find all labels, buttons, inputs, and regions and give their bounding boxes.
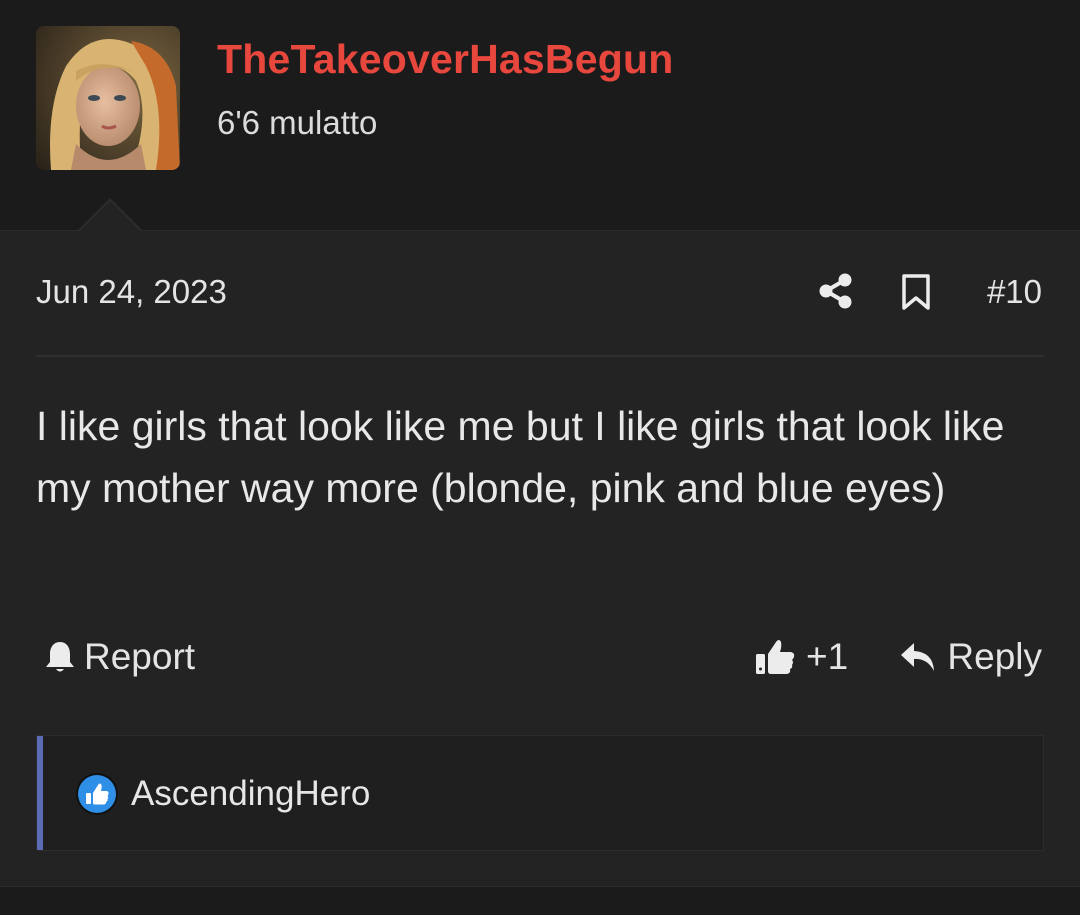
- reply-button[interactable]: Reply: [899, 635, 1042, 679]
- post-bottom-separator: [0, 886, 1080, 915]
- reply-arrow-icon: [901, 643, 935, 671]
- post-number[interactable]: #10: [987, 273, 1042, 311]
- post-body: Jun 24, 2023 #10 I like girls that look …: [0, 230, 1080, 887]
- post-date[interactable]: Jun 24, 2023: [36, 273, 227, 311]
- report-button[interactable]: Report: [44, 635, 195, 679]
- reply-label: Reply: [947, 636, 1042, 677]
- bell-icon: [46, 642, 74, 672]
- post-message: I like girls that look like me but I lik…: [36, 403, 1005, 511]
- like-button[interactable]: +1: [754, 635, 848, 679]
- like-count: +1: [806, 636, 849, 677]
- user-avatar[interactable]: [36, 26, 180, 170]
- reactions-list[interactable]: AscendingHero: [36, 735, 1044, 851]
- report-label: Report: [84, 636, 196, 677]
- reactions-accent-bar: [37, 736, 43, 850]
- reactor-username[interactable]: AscendingHero: [131, 772, 370, 816]
- like-reaction-icon: [76, 773, 118, 815]
- bookmark-icon[interactable]: [898, 273, 934, 311]
- author-username[interactable]: TheTakeoverHasBegun: [217, 36, 673, 83]
- share-icon[interactable]: [816, 271, 856, 311]
- author-user-title: 6'6 mulatto: [217, 104, 378, 141]
- post-header-divider: [36, 355, 1044, 357]
- avatar-portrait-icon: [36, 26, 180, 170]
- thumbs-up-icon: [756, 640, 795, 674]
- speech-arrow: [80, 201, 140, 231]
- post-user-header: TheTakeoverHasBegun 6'6 mulatto: [0, 0, 1080, 230]
